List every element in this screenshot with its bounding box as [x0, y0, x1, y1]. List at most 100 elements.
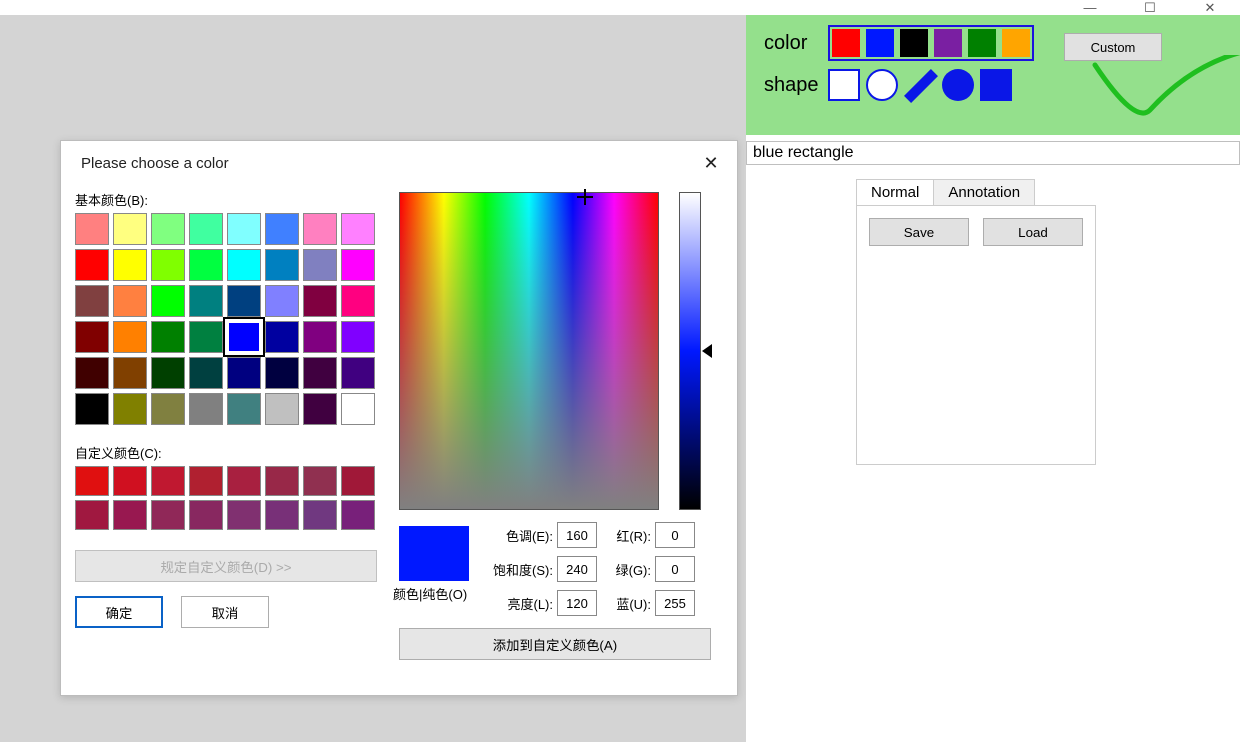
custom-color-swatch[interactable] [113, 466, 147, 496]
basic-color-swatch[interactable] [151, 393, 185, 425]
basic-color-swatch[interactable] [303, 213, 337, 245]
basic-color-swatch[interactable] [341, 321, 375, 353]
basic-color-swatch[interactable] [75, 321, 109, 353]
color-swatch[interactable] [968, 29, 996, 57]
basic-color-swatch[interactable] [189, 213, 223, 245]
basic-color-swatch[interactable] [151, 357, 185, 389]
basic-color-swatch[interactable] [113, 285, 147, 317]
add-to-custom-button[interactable]: 添加到自定义颜色(A) [399, 628, 711, 660]
color-swatch[interactable] [832, 29, 860, 57]
basic-color-swatch[interactable] [75, 393, 109, 425]
basic-color-swatch[interactable] [303, 357, 337, 389]
basic-color-swatch[interactable] [113, 249, 147, 281]
custom-color-swatch[interactable] [303, 500, 337, 530]
basic-color-swatch[interactable] [151, 249, 185, 281]
custom-color-swatch[interactable] [227, 466, 261, 496]
basic-color-swatch[interactable] [265, 357, 299, 389]
green-input[interactable] [655, 556, 695, 582]
minimize-button[interactable]: — [1060, 0, 1120, 15]
custom-color-swatch[interactable] [303, 466, 337, 496]
basic-color-swatch[interactable] [227, 249, 261, 281]
ok-button[interactable]: 确定 [75, 596, 163, 628]
basic-color-swatch[interactable] [265, 393, 299, 425]
shape-circle-outline[interactable] [866, 69, 898, 101]
color-swatch[interactable] [1002, 29, 1030, 57]
basic-color-swatch[interactable] [341, 213, 375, 245]
basic-color-swatch[interactable] [75, 213, 109, 245]
basic-color-swatch[interactable] [265, 285, 299, 317]
custom-color-swatch[interactable] [189, 466, 223, 496]
custom-color-button[interactable]: Custom [1064, 33, 1162, 61]
right-content: Normal Annotation Save Load [746, 165, 1240, 473]
basic-color-swatch[interactable] [75, 285, 109, 317]
shape-diagonal-line[interactable] [904, 69, 936, 101]
basic-color-swatch[interactable] [151, 285, 185, 317]
basic-color-swatch[interactable] [113, 213, 147, 245]
basic-color-swatch[interactable] [303, 321, 337, 353]
basic-color-swatch[interactable] [189, 321, 223, 353]
custom-color-swatch[interactable] [75, 466, 109, 496]
hue-input[interactable] [557, 522, 597, 548]
basic-color-swatch[interactable] [227, 285, 261, 317]
red-input[interactable] [655, 522, 695, 548]
custom-color-swatch[interactable] [227, 500, 261, 530]
basic-color-swatch[interactable] [113, 357, 147, 389]
custom-color-swatch[interactable] [189, 500, 223, 530]
custom-color-swatch[interactable] [151, 500, 185, 530]
custom-color-swatch[interactable] [341, 466, 375, 496]
basic-color-swatch[interactable] [113, 321, 147, 353]
basic-color-swatch[interactable] [265, 213, 299, 245]
basic-color-swatch[interactable] [303, 393, 337, 425]
luminance-bar[interactable] [679, 192, 701, 510]
basic-color-swatch[interactable] [341, 357, 375, 389]
basic-color-swatch[interactable] [151, 321, 185, 353]
load-button[interactable]: Load [983, 218, 1083, 246]
basic-color-swatch[interactable] [189, 285, 223, 317]
maximize-button[interactable]: ☐ [1120, 0, 1180, 15]
basic-color-swatch[interactable] [75, 249, 109, 281]
color-swatch[interactable] [900, 29, 928, 57]
basic-color-swatch[interactable] [303, 249, 337, 281]
basic-color-swatch[interactable] [303, 285, 337, 317]
color-swatch[interactable] [866, 29, 894, 57]
basic-color-swatch[interactable] [227, 357, 261, 389]
basic-color-swatch[interactable] [189, 393, 223, 425]
basic-color-swatch[interactable] [341, 249, 375, 281]
custom-color-swatch[interactable] [265, 466, 299, 496]
dialog-close-button[interactable]: ✕ [697, 153, 725, 181]
blue-input[interactable] [655, 590, 695, 616]
luminance-slider-icon[interactable] [702, 344, 712, 358]
shape-square-fill[interactable] [980, 69, 1012, 101]
tab-normal[interactable]: Normal [856, 179, 934, 205]
basic-color-swatch[interactable] [265, 249, 299, 281]
lum-input[interactable] [557, 590, 597, 616]
basic-color-swatch[interactable] [189, 249, 223, 281]
basic-color-swatch[interactable] [113, 393, 147, 425]
basic-color-swatch[interactable] [227, 321, 261, 353]
basic-color-swatch[interactable] [265, 321, 299, 353]
tabstrip: Normal Annotation [856, 179, 1232, 205]
shape-circle-fill[interactable] [942, 69, 974, 101]
basic-color-swatch[interactable] [75, 357, 109, 389]
color-swatch[interactable] [934, 29, 962, 57]
basic-color-swatch[interactable] [227, 213, 261, 245]
window-close-button[interactable]: ✕ [1180, 0, 1240, 15]
basic-color-swatch[interactable] [189, 357, 223, 389]
custom-color-swatch[interactable] [341, 500, 375, 530]
color-field[interactable] [399, 192, 659, 510]
basic-color-swatch[interactable] [151, 213, 185, 245]
sat-input[interactable] [557, 556, 597, 582]
custom-color-swatch[interactable] [151, 466, 185, 496]
basic-colors-label: 基本颜色(B): [75, 190, 393, 209]
basic-color-swatch[interactable] [341, 393, 375, 425]
shape-square-outline[interactable] [828, 69, 860, 101]
cancel-button[interactable]: 取消 [181, 596, 269, 628]
red-label: 红(R): [601, 526, 655, 545]
save-button[interactable]: Save [869, 218, 969, 246]
custom-color-swatch[interactable] [265, 500, 299, 530]
tab-annotation[interactable]: Annotation [933, 179, 1035, 205]
basic-color-swatch[interactable] [227, 393, 261, 425]
custom-color-swatch[interactable] [113, 500, 147, 530]
custom-color-swatch[interactable] [75, 500, 109, 530]
basic-color-swatch[interactable] [341, 285, 375, 317]
